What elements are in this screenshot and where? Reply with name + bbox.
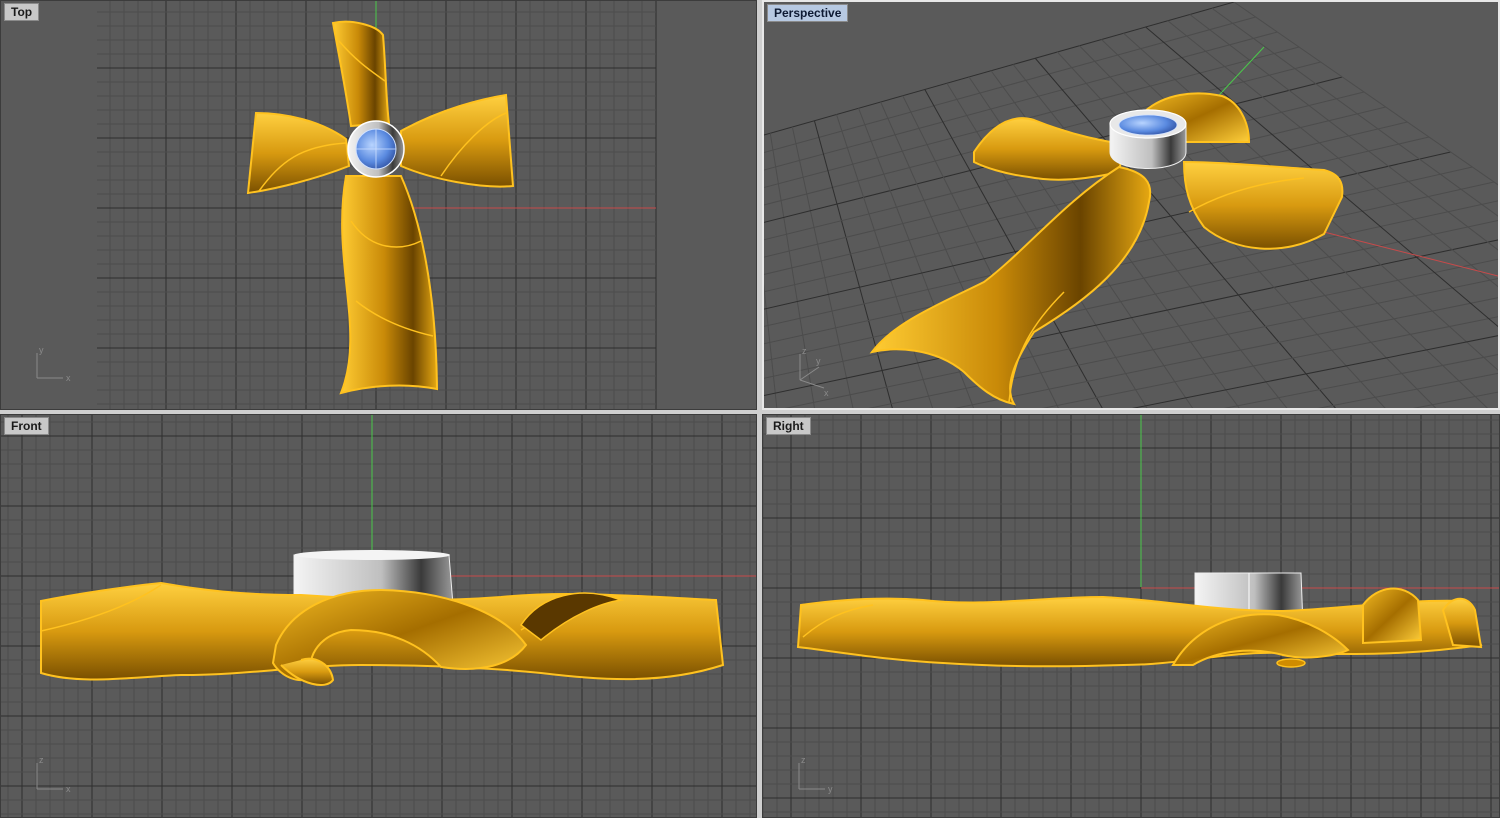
viewport-top[interactable]: y x Top [0,0,757,410]
front-viewport-canvas[interactable]: z x [1,415,757,818]
viewport-title-perspective[interactable]: Perspective [767,4,849,22]
axis-indicator: z y x [799,346,829,398]
cross-model[interactable] [869,92,1344,406]
axis-label-z: z [802,346,807,356]
right-viewport-canvas[interactable]: z y [763,415,1500,818]
cross-model[interactable] [246,20,515,395]
viewport-title-front[interactable]: Front [4,417,49,435]
axis-indicator: z x [36,755,71,794]
viewport-right[interactable]: z y Right [762,414,1500,818]
axis-label-y: y [816,356,821,366]
axis-label-x: x [66,373,71,383]
viewport-perspective[interactable]: z y x Perspective [762,0,1500,410]
perspective-viewport-canvas[interactable]: z y x [764,2,1500,410]
viewport-title-right[interactable]: Right [766,417,811,435]
axis-indicator: y x [36,345,71,383]
axis-label-x: x [66,784,71,794]
axis-label-z: z [39,755,44,765]
axis-indicator: z y [798,755,833,794]
axis-label-z: z [801,755,806,765]
axis-label-y: y [828,784,833,794]
axis-label-x: x [824,388,829,398]
axis-label-y: y [39,345,44,355]
cross-model[interactable] [40,550,725,686]
viewport-title-top[interactable]: Top [4,3,40,21]
top-viewport-canvas[interactable]: y x [1,1,757,410]
viewport-front[interactable]: z x Front [0,414,757,818]
